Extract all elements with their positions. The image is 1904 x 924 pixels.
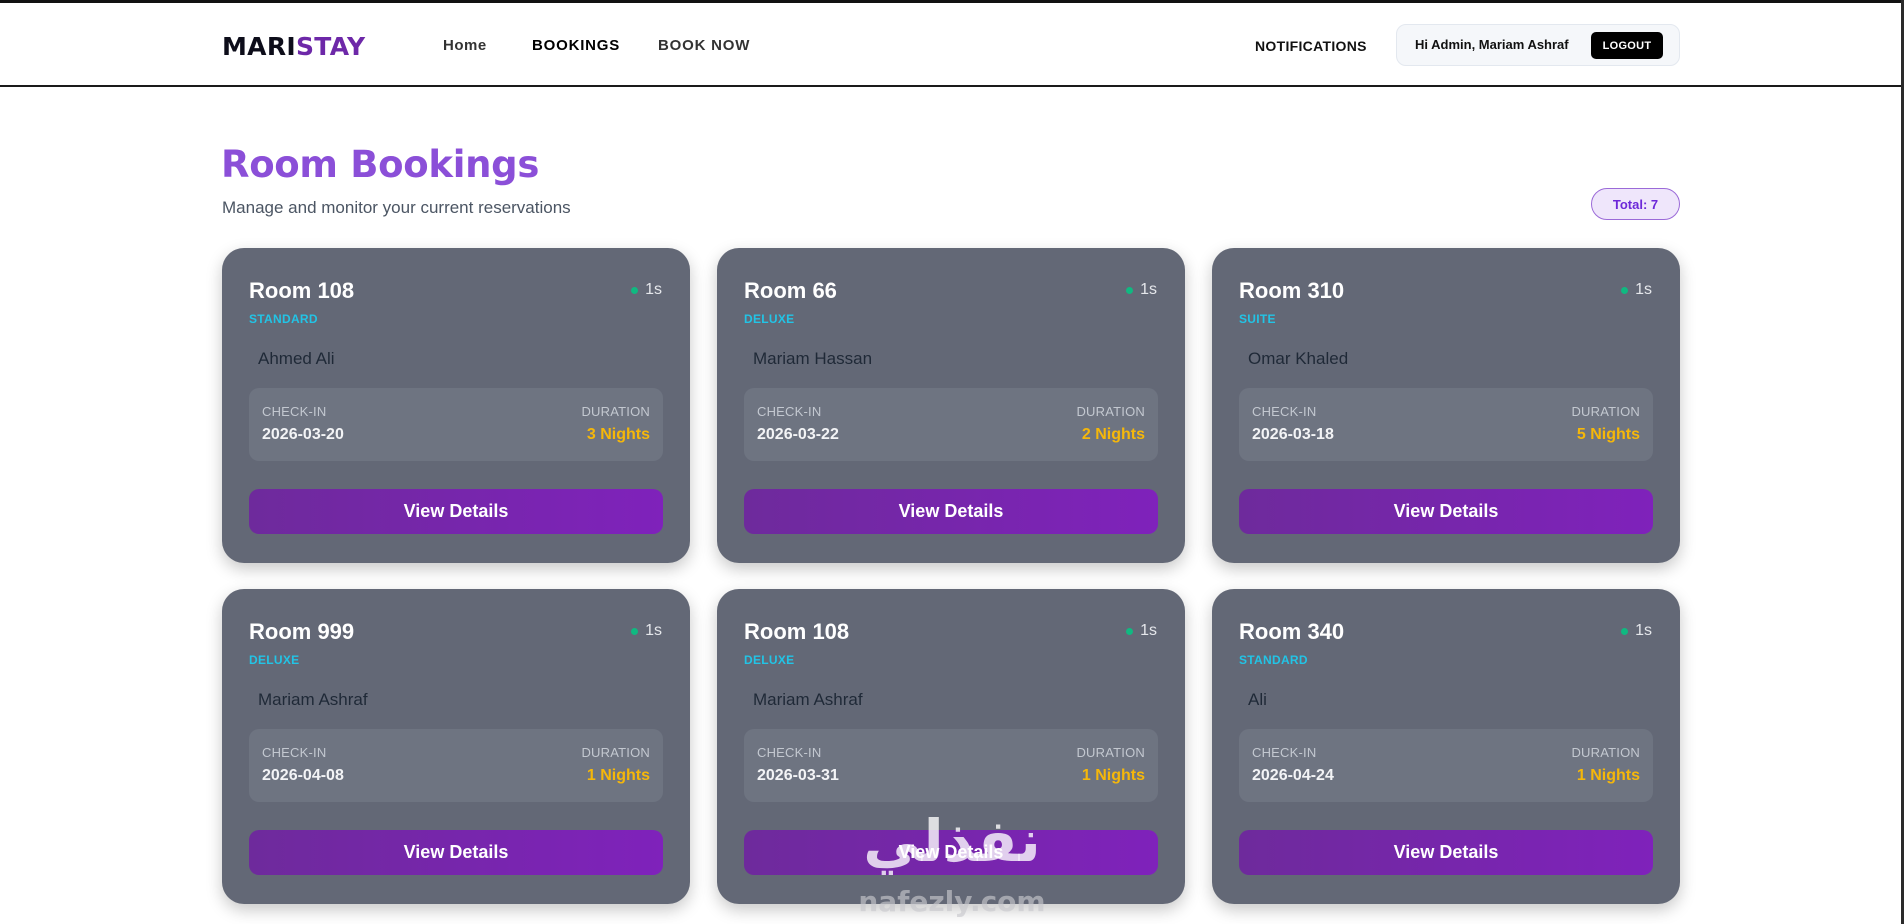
brand-logo[interactable]: MARISTAY — [222, 32, 365, 61]
room-title: Room 108 — [744, 619, 850, 644]
room-title: Room 108 — [249, 278, 355, 303]
user-greeting: Hi Admin, Mariam Ashraf — [1415, 37, 1569, 52]
status-indicator: 1s — [1621, 622, 1652, 640]
room-title: Room 340 — [1239, 619, 1345, 644]
nav-book-now-link[interactable]: BOOK NOW — [658, 37, 750, 54]
view-details-button[interactable]: View Details — [744, 489, 1158, 534]
checkin-label: CHECK-IN — [757, 745, 822, 760]
duration-label: DURATION — [581, 404, 650, 419]
status-dot-icon — [631, 627, 639, 635]
duration-value: 5 Nights — [1576, 426, 1640, 443]
room-type-label: STANDARD — [1239, 653, 1308, 667]
status-text: 1s — [645, 281, 662, 298]
booking-info-panel: CHECK-IN DURATION 2026-03-18 5 Nights — [1239, 388, 1653, 461]
room-title: Room 999 — [249, 619, 355, 644]
room-type-label: DELUXE — [744, 653, 795, 667]
duration-label: DURATION — [581, 745, 650, 760]
room-type-label: DELUXE — [744, 312, 795, 326]
duration-value: 1 Nights — [1081, 767, 1145, 784]
status-indicator: 1s — [1126, 622, 1157, 640]
brand-logo-part2: STAY — [295, 32, 366, 61]
view-details-button[interactable]: View Details — [1239, 830, 1653, 875]
status-text: 1s — [1140, 281, 1157, 298]
status-dot-icon — [1621, 286, 1629, 294]
booking-card: Room 66 1s DELUXE Mariam Hassan CHECK-IN… — [717, 248, 1185, 563]
guest-name: Omar Khaled — [1248, 349, 1349, 368]
duration-label: DURATION — [1076, 745, 1145, 760]
status-indicator: 1s — [631, 622, 662, 640]
total-count-badge: Total: 7 — [1591, 188, 1680, 220]
booking-info-panel: CHECK-IN DURATION 2026-04-08 1 Nights — [249, 729, 663, 802]
view-details-button[interactable]: View Details — [744, 830, 1158, 875]
checkin-label: CHECK-IN — [757, 404, 822, 419]
duration-label: DURATION — [1571, 745, 1640, 760]
page-title: Room Bookings — [221, 143, 540, 186]
status-dot-icon — [631, 286, 639, 294]
duration-value: 1 Nights — [586, 767, 650, 784]
duration-label: DURATION — [1571, 404, 1640, 419]
status-text: 1s — [645, 622, 662, 639]
logout-button[interactable]: LOGOUT — [1591, 32, 1663, 59]
checkin-date: 2026-03-18 — [1252, 426, 1334, 443]
checkin-date: 2026-03-22 — [757, 426, 839, 443]
room-title: Room 310 — [1239, 278, 1345, 303]
booking-info-panel: CHECK-IN DURATION 2026-03-22 2 Nights — [744, 388, 1158, 461]
checkin-label: CHECK-IN — [1252, 745, 1317, 760]
status-indicator: 1s — [631, 281, 662, 299]
checkin-date: 2026-04-08 — [262, 767, 344, 784]
booking-info-panel: CHECK-IN DURATION 2026-04-24 1 Nights — [1239, 729, 1653, 802]
nav-bookings-link[interactable]: BOOKINGS — [532, 37, 620, 54]
top-navbar: MARISTAY Home BOOKINGS BOOK NOW NOTIFICA… — [0, 3, 1901, 87]
brand-logo-part1: MARI — [222, 32, 296, 61]
guest-name: Mariam Ashraf — [258, 690, 368, 709]
booking-card: Room 310 1s SUITE Omar Khaled CHECK-IN D… — [1212, 248, 1680, 563]
view-details-button[interactable]: View Details — [249, 489, 663, 534]
status-dot-icon — [1126, 286, 1134, 294]
view-details-button[interactable]: View Details — [249, 830, 663, 875]
room-title: Room 66 — [744, 278, 837, 303]
view-details-button[interactable]: View Details — [1239, 489, 1653, 534]
nav-notifications-link[interactable]: NOTIFICATIONS — [1255, 38, 1367, 54]
booking-card: Room 108 1s DELUXE Mariam Ashraf CHECK-I… — [717, 589, 1185, 904]
status-dot-icon — [1126, 627, 1134, 635]
duration-value: 2 Nights — [1081, 426, 1145, 443]
checkin-date: 2026-03-20 — [262, 426, 344, 443]
room-type-label: SUITE — [1239, 312, 1276, 326]
status-indicator: 1s — [1621, 281, 1652, 299]
guest-name: Ahmed Ali — [258, 349, 335, 368]
duration-label: DURATION — [1076, 404, 1145, 419]
user-panel: Hi Admin, Mariam Ashraf LOGOUT — [1396, 24, 1680, 66]
booking-card: Room 999 1s DELUXE Mariam Ashraf CHECK-I… — [222, 589, 690, 904]
room-type-label: STANDARD — [249, 312, 318, 326]
room-type-label: DELUXE — [249, 653, 300, 667]
status-text: 1s — [1635, 622, 1652, 639]
guest-name: Mariam Ashraf — [753, 690, 863, 709]
checkin-label: CHECK-IN — [1252, 404, 1317, 419]
nav-home-link[interactable]: Home — [443, 37, 487, 54]
status-text: 1s — [1635, 281, 1652, 298]
page-subtitle: Manage and monitor your current reservat… — [222, 198, 571, 217]
duration-value: 1 Nights — [1576, 767, 1640, 784]
booking-info-panel: CHECK-IN DURATION 2026-03-20 3 Nights — [249, 388, 663, 461]
booking-card: Room 340 1s STANDARD Ali CHECK-IN DURATI… — [1212, 589, 1680, 904]
checkin-label: CHECK-IN — [262, 404, 327, 419]
status-dot-icon — [1621, 627, 1629, 635]
status-indicator: 1s — [1126, 281, 1157, 299]
booking-card: Room 108 1s STANDARD Ahmed Ali CHECK-IN … — [222, 248, 690, 563]
checkin-label: CHECK-IN — [262, 745, 327, 760]
duration-value: 3 Nights — [586, 426, 650, 443]
booking-info-panel: CHECK-IN DURATION 2026-03-31 1 Nights — [744, 729, 1158, 802]
guest-name: Ali — [1248, 690, 1267, 709]
status-text: 1s — [1140, 622, 1157, 639]
checkin-date: 2026-03-31 — [757, 767, 839, 784]
checkin-date: 2026-04-24 — [1252, 767, 1334, 784]
guest-name: Mariam Hassan — [753, 349, 873, 368]
